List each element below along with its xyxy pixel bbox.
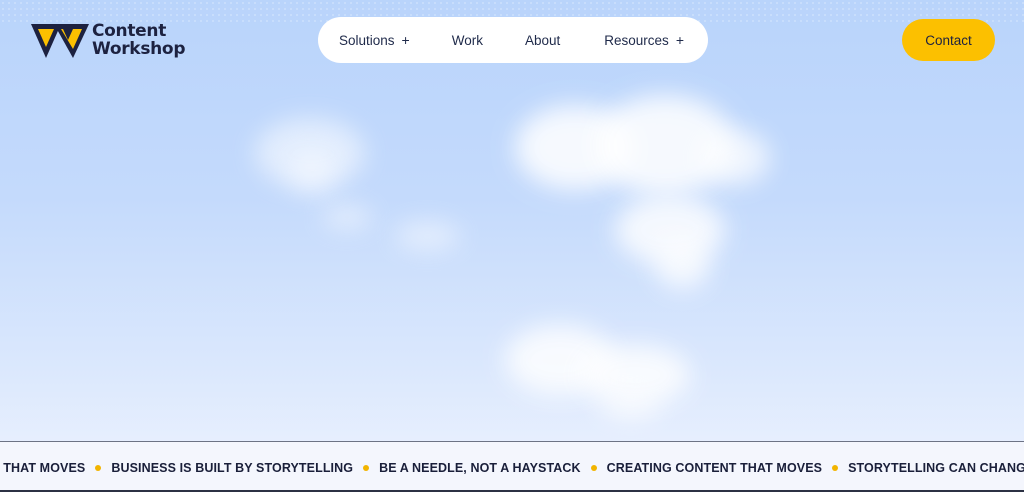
brand-name: Content Workshop: [92, 22, 185, 58]
nav-item-label: About: [525, 32, 561, 48]
page: Content Workshop Solutions + Work About …: [0, 0, 1024, 492]
ticker-item: BUSINESS IS BUILT BY STORYTELLING: [111, 461, 354, 475]
ticker-track: T THAT MOVES BUSINESS IS BUILT BY STORYT…: [0, 461, 1024, 475]
cloud: [700, 130, 770, 185]
brand-name-line1: Content: [92, 21, 167, 41]
ticker-item: T THAT MOVES: [0, 461, 86, 475]
nav-item-resources[interactable]: Resources +: [604, 32, 684, 48]
nav-item-about[interactable]: About: [525, 33, 560, 48]
ticker-item: STORYTELLING CAN CHANGE THE W: [848, 461, 1024, 475]
nav-item-label: Work: [451, 32, 483, 48]
ticker-item: CREATING CONTENT THAT MOVES: [606, 461, 823, 475]
ticker-item: BE A NEEDLE, NOT A HAYSTACK: [379, 461, 581, 475]
bullet-dot-icon: [95, 465, 102, 471]
brand-name-line2: Workshop: [92, 39, 186, 59]
nav-item-solutions[interactable]: Solutions +: [339, 32, 410, 48]
nav-item-work[interactable]: Work: [452, 33, 483, 48]
nav-item-label: Solutions: [339, 32, 395, 48]
plus-icon: +: [401, 32, 410, 48]
cloud: [322, 205, 372, 229]
marquee-ticker: T THAT MOVES BUSINESS IS BUILT BY STORYT…: [0, 441, 1024, 492]
plus-icon: +: [675, 32, 684, 48]
nav-item-label: Resources: [604, 32, 669, 48]
bullet-dot-icon: [832, 465, 839, 471]
bullet-dot-icon: [590, 465, 597, 471]
cloud: [600, 390, 660, 420]
cloud: [290, 150, 335, 195]
w-chevron-logo-icon: [31, 24, 89, 58]
brand-logo[interactable]: Content Workshop: [30, 20, 185, 60]
bullet-dot-icon: [363, 465, 370, 471]
main-nav: Solutions + Work About Resources +: [318, 17, 708, 63]
cloud: [655, 240, 710, 290]
cloud: [395, 222, 460, 250]
contact-button[interactable]: Contact: [902, 19, 995, 61]
